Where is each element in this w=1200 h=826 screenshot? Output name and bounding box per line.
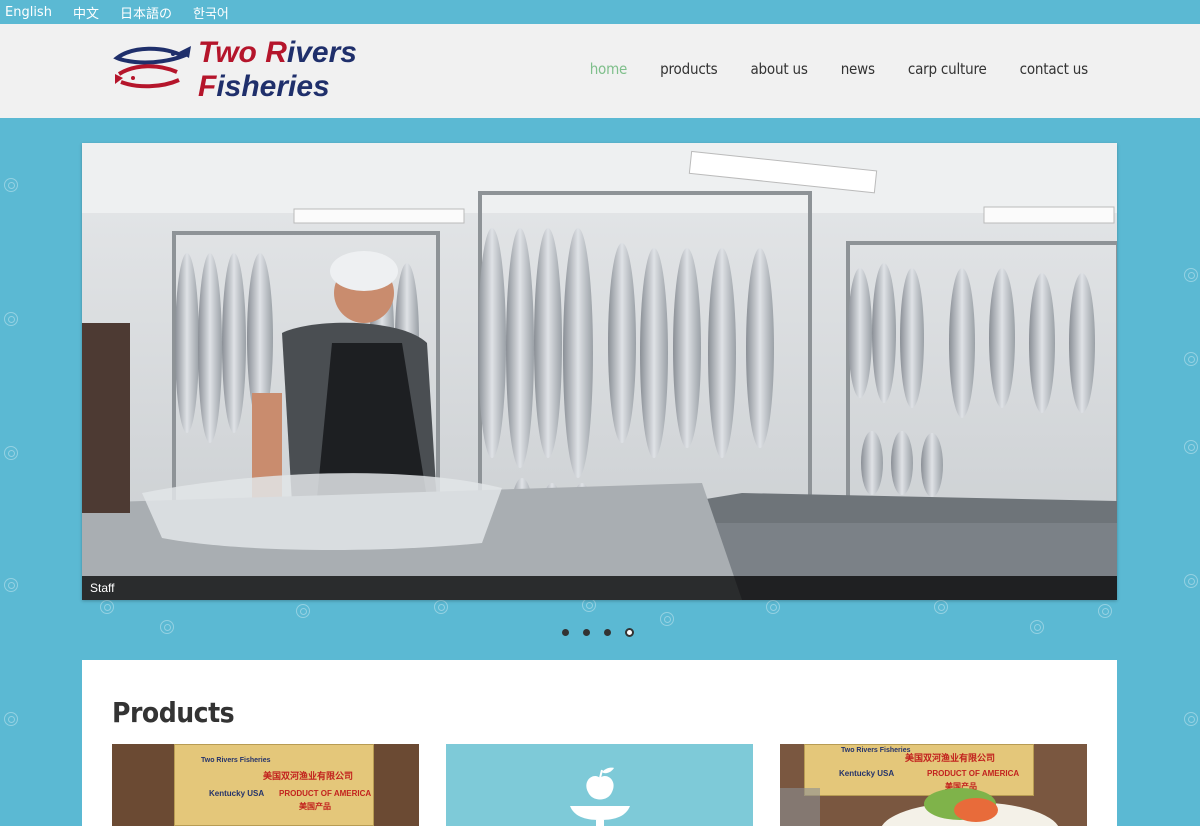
hero-slider[interactable]: Staff [82, 143, 1117, 600]
slide-caption: Staff [82, 576, 1117, 600]
bubble-decoration [1030, 620, 1044, 634]
language-bar: English 中文 日本語の 한국어 [0, 0, 1200, 24]
bubble-decoration [160, 620, 174, 634]
lang-english[interactable]: English [5, 5, 52, 20]
site-header: Two Rivers Fisheries home products about… [0, 24, 1200, 118]
salad-plate-photo [780, 788, 1059, 826]
bubble-decoration [1184, 352, 1198, 366]
bubble-decoration [1184, 268, 1198, 282]
bubble-decoration [4, 578, 18, 592]
products-section: Products Two Rivers Fisheries 美国双河渔业有限公司… [82, 660, 1117, 826]
slider-dot-1[interactable] [562, 629, 569, 636]
apple-dish-icon [570, 767, 630, 826]
bubble-decoration [434, 600, 448, 614]
bubble-decoration [4, 446, 18, 460]
nav-contact-us[interactable]: contact us [1020, 60, 1089, 78]
bubble-decoration [1184, 712, 1198, 726]
main-nav: home products about us news carp culture… [590, 60, 1088, 78]
nav-home[interactable]: home [590, 60, 628, 78]
bubble-decoration [296, 604, 310, 618]
fish-logo-icon [113, 46, 191, 89]
slider-dot-2[interactable] [583, 629, 590, 636]
nav-about-us[interactable]: about us [750, 60, 807, 78]
lang-japanese[interactable]: 日本語の [120, 3, 172, 22]
products-heading: Products [112, 696, 235, 729]
slider-pagination [562, 628, 634, 637]
slider-dot-4[interactable] [625, 628, 634, 637]
nav-products[interactable]: products [660, 60, 718, 78]
bubble-decoration [934, 600, 948, 614]
slider-dot-3[interactable] [604, 629, 611, 636]
bubble-decoration [100, 600, 114, 614]
site-logo[interactable]: Two Rivers Fisheries [113, 36, 363, 108]
bubble-decoration [582, 598, 596, 612]
bubble-decoration [1098, 604, 1112, 618]
hero-photo [82, 143, 1117, 600]
bubble-decoration [1184, 440, 1198, 454]
bubble-decoration [1184, 574, 1198, 588]
product-card-3[interactable]: Two Rivers Fisheries 美国双河渔业有限公司 Kentucky… [780, 744, 1087, 826]
bubble-decoration [4, 178, 18, 192]
product-card-2[interactable] [446, 744, 753, 826]
bubble-decoration [4, 712, 18, 726]
bubble-decoration [766, 600, 780, 614]
lang-korean[interactable]: 한국어 [193, 3, 229, 22]
product-box: Two Rivers Fisheries 美国双河渔业有限公司 Kentucky… [174, 744, 374, 826]
logo-text: Two Rivers Fisheries [198, 36, 357, 103]
bubble-decoration [660, 612, 674, 626]
bubble-decoration [4, 312, 18, 326]
lang-chinese[interactable]: 中文 [73, 3, 99, 22]
nav-carp-culture[interactable]: carp culture [908, 60, 987, 78]
nav-news[interactable]: news [841, 60, 875, 78]
product-card-1[interactable]: Two Rivers Fisheries 美国双河渔业有限公司 Kentucky… [112, 744, 419, 826]
